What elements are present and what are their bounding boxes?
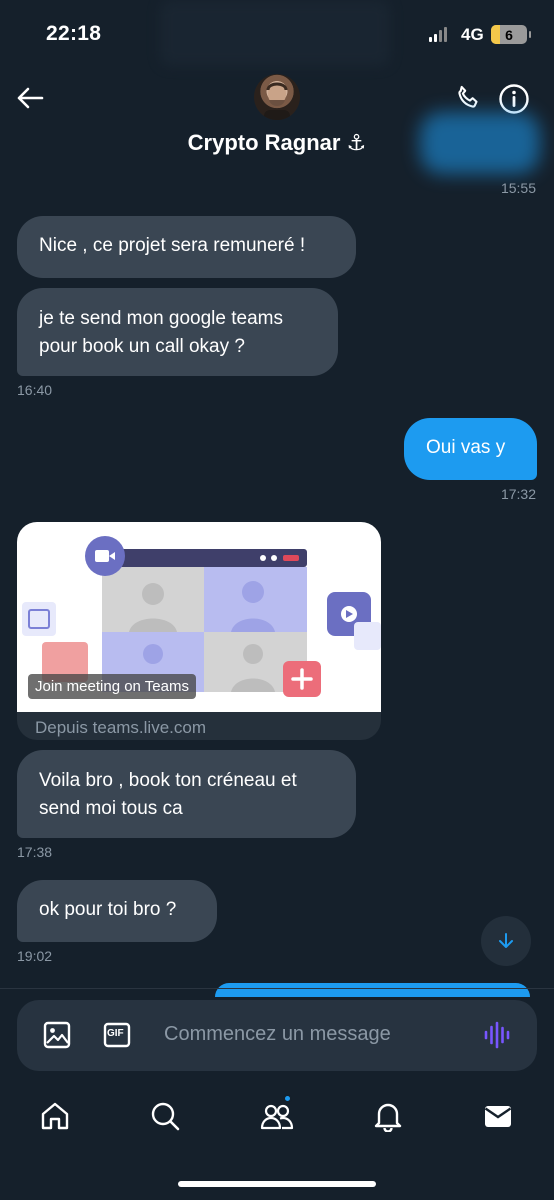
voice-button[interactable]	[480, 1018, 514, 1052]
status-time: 22:18	[46, 22, 102, 45]
voice-icon	[484, 1021, 510, 1049]
received-message[interactable]: Nice , ce projet sera remuneré !	[17, 216, 356, 278]
message-text: ok pour toi bro ?	[39, 899, 177, 920]
message-input[interactable]: Commencez un message	[164, 1023, 391, 1046]
divider	[0, 988, 554, 989]
message-text: Nice , ce projet sera remuneré !	[39, 235, 306, 256]
message-time: 17:38	[17, 844, 53, 860]
gif-label: GIF	[107, 1028, 124, 1039]
message-time: 16:40	[17, 382, 53, 398]
communities-icon	[260, 1104, 294, 1130]
card-domain: Depuis teams.live.com	[35, 718, 207, 737]
info-icon	[499, 84, 529, 114]
tab-home[interactable]	[37, 1098, 73, 1134]
message-time: 15:55	[500, 180, 536, 196]
scroll-down-icon	[499, 933, 513, 948]
message-text-line: je te send mon google teams	[39, 308, 283, 329]
notifications-icon	[374, 1103, 402, 1132]
gif-button[interactable]: GIF	[100, 1018, 134, 1052]
home-icon	[41, 1102, 69, 1130]
blurred-notification	[160, 0, 390, 66]
blurred-sent-message	[420, 112, 540, 174]
messages-icon	[484, 1106, 512, 1127]
tab-communities[interactable]	[258, 1098, 296, 1134]
call-button[interactable]	[452, 82, 484, 114]
tab-notifications[interactable]	[370, 1098, 406, 1134]
avatar[interactable]	[254, 74, 300, 120]
image-button[interactable]	[40, 1018, 74, 1052]
link-preview-image: Join meeting on Teams	[17, 522, 381, 712]
scroll-down-button[interactable]	[481, 916, 531, 966]
image-icon	[43, 1021, 71, 1049]
notification-dot	[283, 1094, 292, 1103]
message-time: 19:02	[17, 948, 53, 964]
received-message[interactable]: Voila bro , book ton créneau et send moi…	[17, 750, 356, 838]
message-text-line: pour book un call okay ?	[39, 336, 245, 357]
back-button[interactable]	[14, 82, 46, 114]
link-preview-card[interactable]: Join meeting on Teams Depuis teams.live.…	[17, 522, 381, 740]
message-time: 17:32	[500, 486, 536, 502]
tab-messages[interactable]	[480, 1098, 516, 1134]
card-overlay-label: Join meeting on Teams	[28, 674, 196, 699]
network-type: 4G	[461, 25, 484, 44]
battery-level: 6	[505, 26, 513, 43]
message-text-line: Voila bro , book ton créneau et	[39, 770, 297, 791]
sent-message-partial	[215, 983, 530, 997]
battery-icon: 6	[491, 25, 531, 44]
signal-icon	[429, 27, 447, 42]
sent-message[interactable]: Oui vas y	[404, 418, 537, 480]
tab-search[interactable]	[147, 1098, 183, 1134]
phone-icon	[458, 85, 478, 108]
search-icon	[151, 1102, 180, 1131]
home-indicator	[178, 1181, 376, 1187]
received-message[interactable]: ok pour toi bro ?	[17, 880, 217, 942]
message-text: Oui vas y	[426, 437, 506, 458]
received-message[interactable]: je te send mon google teams pour book un…	[17, 288, 338, 376]
back-arrow-icon	[17, 87, 44, 109]
info-button[interactable]	[497, 82, 531, 116]
message-text-line: send moi tous ca	[39, 798, 183, 819]
